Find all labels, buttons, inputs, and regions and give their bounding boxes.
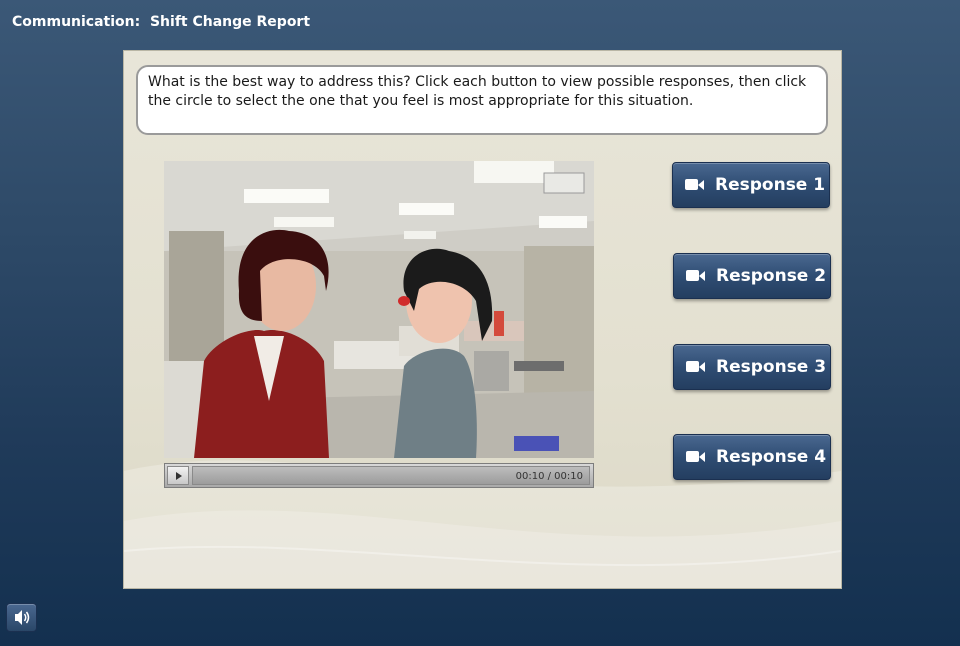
- page-title: Communication: Shift Change Report: [12, 14, 311, 30]
- response-4-label: Response 4: [716, 447, 827, 467]
- video-camera-icon: [685, 178, 705, 192]
- video-camera-icon: [686, 450, 706, 464]
- video-controls: 00:10 / 00:10: [164, 463, 594, 488]
- play-button[interactable]: [167, 466, 189, 485]
- response-1-label: Response 1: [715, 175, 826, 195]
- response-1-button[interactable]: Response 1: [672, 162, 830, 208]
- instruction-box: What is the best way to address this? Cl…: [136, 65, 828, 135]
- video-camera-icon: [686, 360, 706, 374]
- speaker-icon: [15, 610, 30, 625]
- audio-button[interactable]: [6, 603, 37, 632]
- slide-content: What is the best way to address this? Cl…: [123, 50, 842, 589]
- response-3-button[interactable]: Response 3: [673, 344, 831, 390]
- video-player[interactable]: [164, 161, 594, 458]
- seek-bar[interactable]: 00:10 / 00:10: [192, 466, 590, 485]
- response-3-label: Response 3: [716, 357, 827, 377]
- instruction-text: What is the best way to address this? Cl…: [148, 74, 807, 109]
- video-camera-icon: [686, 269, 706, 283]
- response-2-label: Response 2: [716, 266, 827, 286]
- time-readout: 00:10 / 00:10: [515, 471, 583, 482]
- video-scene: [164, 161, 594, 458]
- response-4-button[interactable]: Response 4: [673, 434, 831, 480]
- response-2-button[interactable]: Response 2: [673, 253, 831, 299]
